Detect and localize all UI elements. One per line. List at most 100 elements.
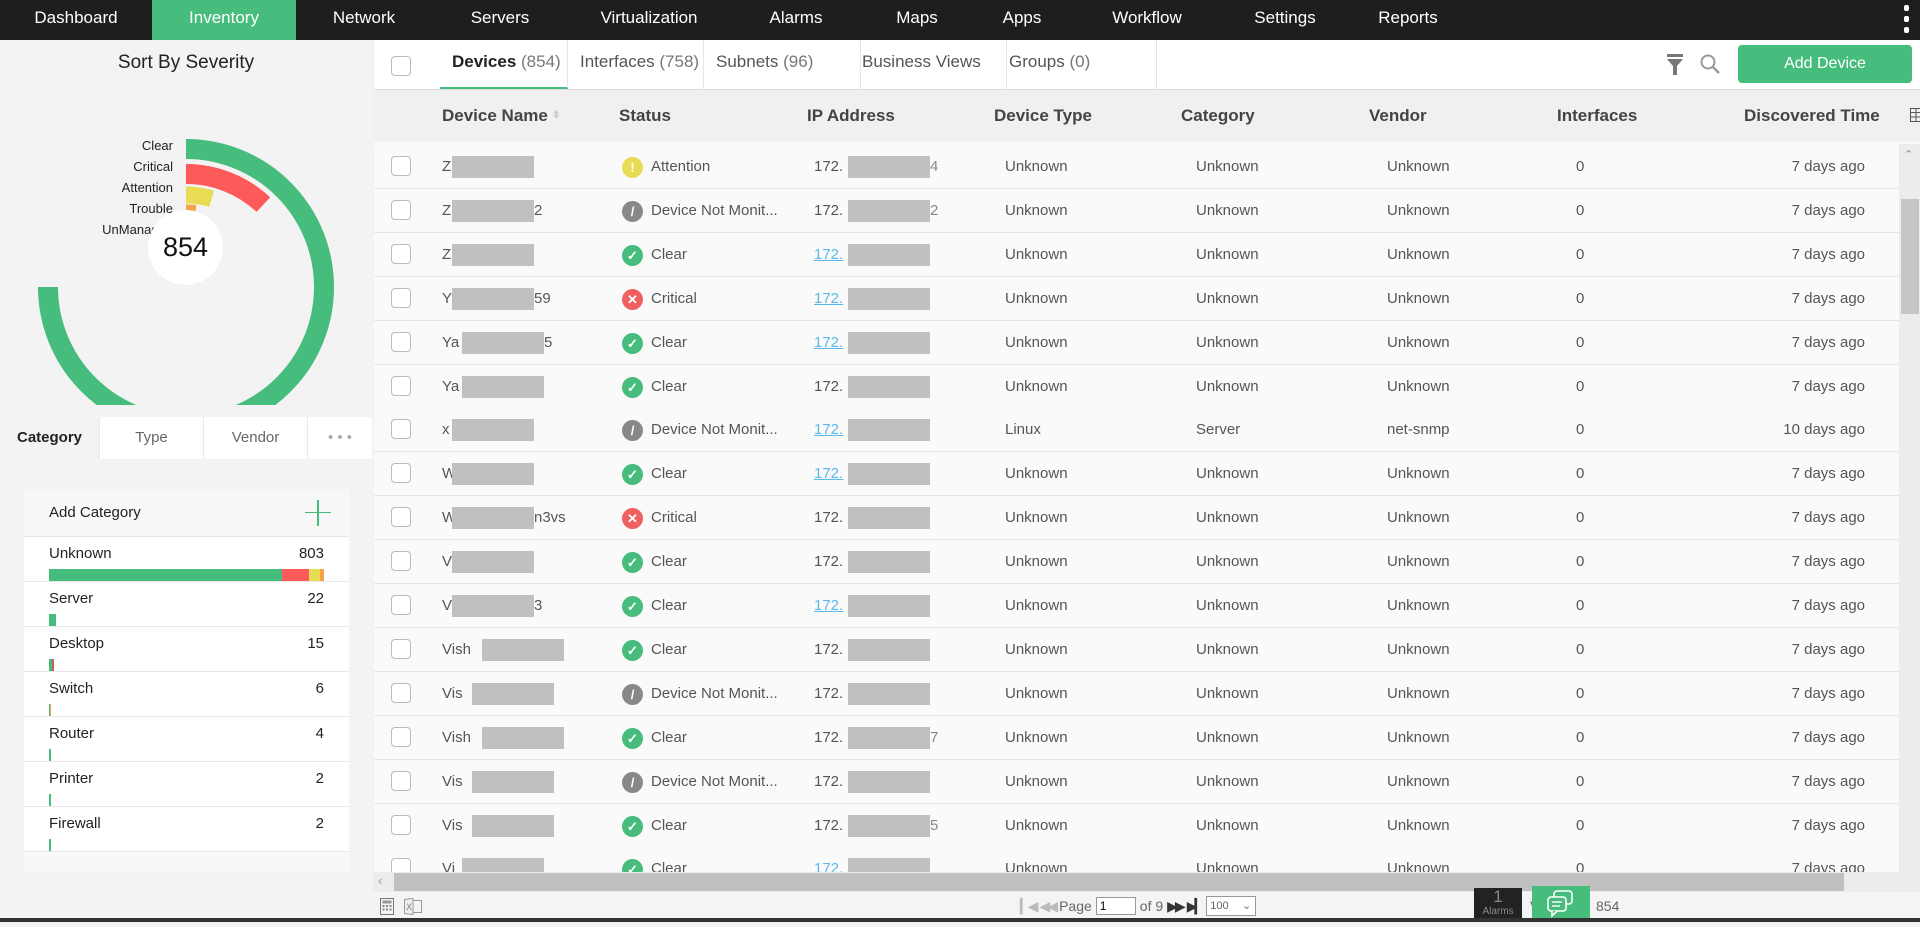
add-category-button[interactable]: Add Category — [24, 489, 349, 537]
search-icon[interactable] — [1699, 53, 1721, 75]
row-checkbox[interactable] — [391, 595, 411, 615]
row-checkbox[interactable] — [391, 507, 411, 527]
device-name[interactable]: Vis — [442, 672, 463, 716]
excel-export-icon[interactable]: X — [404, 898, 422, 915]
row-checkbox[interactable] — [391, 683, 411, 703]
severity-label-attention[interactable]: Attention — [122, 180, 173, 195]
table-row[interactable]: x / Device Not Monit... 172. Linux Serve… — [374, 408, 1899, 452]
more-tabs-button[interactable]: • • • — [308, 417, 372, 459]
table-row[interactable]: Vis / Device Not Monit... 172. Unknown U… — [374, 760, 1899, 804]
table-row[interactable]: V 3 ✓ Clear 172. Unknown Unknown Unknown… — [374, 584, 1899, 628]
add-device-button[interactable]: Add Device — [1738, 45, 1912, 83]
row-checkbox[interactable] — [391, 771, 411, 791]
tab-subnets[interactable]: Subnets (96) — [704, 40, 861, 89]
category-item-router[interactable]: Router4 — [24, 717, 349, 762]
column-header-status[interactable]: Status — [619, 90, 671, 142]
nav-workflow[interactable]: Workflow — [1072, 0, 1222, 40]
column-header-discovered-time[interactable]: Discovered Time — [1744, 90, 1880, 142]
column-header-interfaces[interactable]: Interfaces — [1557, 90, 1637, 142]
column-header-category[interactable]: Category — [1181, 90, 1255, 142]
device-name[interactable]: Z — [442, 233, 451, 277]
row-checkbox[interactable] — [391, 815, 411, 835]
tab-groups[interactable]: Groups (0) — [997, 40, 1157, 89]
table-row[interactable]: W ✓ Clear 172. Unknown Unknown Unknown 0… — [374, 452, 1899, 496]
severity-arc-attention[interactable] — [186, 195, 212, 199]
ip-address[interactable]: 172. — [814, 233, 843, 277]
device-name[interactable]: V — [442, 540, 452, 584]
row-checkbox[interactable] — [391, 244, 411, 264]
device-name[interactable]: Vish — [442, 628, 471, 672]
vertical-dots-icon[interactable] — [1904, 5, 1910, 33]
category-item-server[interactable]: Server22 — [24, 582, 349, 627]
ip-address[interactable]: 172. — [814, 584, 843, 628]
plus-icon[interactable] — [305, 500, 331, 526]
nav-virtualization[interactable]: Virtualization — [568, 0, 730, 40]
device-name[interactable]: x — [442, 408, 450, 452]
page-number-input[interactable] — [1096, 897, 1136, 915]
rows-per-page-select[interactable]: 100 ⌄ — [1206, 896, 1256, 916]
table-row[interactable]: Y 59 ✕ Critical 172. Unknown Unknown Unk… — [374, 277, 1899, 321]
category-item-switch[interactable]: Switch6 — [24, 672, 349, 717]
device-name[interactable]: Vis — [442, 804, 463, 848]
table-row[interactable]: Vis ✓ Clear 172. 5 Unknown Unknown Unkno… — [374, 804, 1899, 848]
row-checkbox[interactable] — [391, 727, 411, 747]
first-page-icon[interactable]: ▎◀ — [1020, 898, 1036, 915]
sort-icon[interactable]: ⬍ — [552, 90, 560, 142]
horizontal-scroll-thumb[interactable] — [394, 873, 1844, 891]
nav-dashboard[interactable]: Dashboard — [0, 0, 152, 40]
table-row[interactable]: Vish ✓ Clear 172. Unknown Unknown Unknow… — [374, 628, 1899, 672]
category-item-unknown[interactable]: Unknown803 — [24, 537, 349, 582]
table-row[interactable]: Z ✓ Clear 172. Unknown Unknown Unknown 0… — [374, 233, 1899, 277]
device-name[interactable]: Z — [442, 189, 451, 233]
device-name[interactable]: Vis — [442, 760, 463, 804]
tab-category[interactable]: Category — [0, 417, 100, 459]
tab-interfaces[interactable]: Interfaces (758) — [568, 40, 704, 89]
filter-icon[interactable] — [1666, 53, 1684, 77]
table-row[interactable]: Z 2 / Device Not Monit... 172. 2 Unknown… — [374, 189, 1899, 233]
device-name[interactable]: Y — [442, 277, 452, 321]
table-row[interactable]: V ✓ Clear 172. Unknown Unknown Unknown 0… — [374, 540, 1899, 584]
chat-button[interactable] — [1532, 886, 1590, 922]
alarms-badge[interactable]: 1 Alarms — [1474, 888, 1522, 922]
ip-address[interactable]: 172. — [814, 452, 843, 496]
row-checkbox[interactable] — [391, 156, 411, 176]
table-row[interactable]: Vish ✓ Clear 172. 7 Unknown Unknown Unkn… — [374, 716, 1899, 760]
last-page-icon[interactable]: ▶▎ — [1187, 898, 1203, 915]
row-checkbox[interactable] — [391, 419, 411, 439]
severity-label-clear[interactable]: Clear — [142, 138, 173, 153]
column-chooser-icon[interactable] — [1910, 108, 1920, 122]
table-row[interactable]: Ya 5 ✓ Clear 172. Unknown Unknown Unknow… — [374, 321, 1899, 365]
device-name[interactable]: Z — [442, 145, 451, 189]
column-header-ip-address[interactable]: IP Address — [807, 90, 895, 142]
row-checkbox[interactable] — [391, 332, 411, 352]
category-item-desktop[interactable]: Desktop15 — [24, 627, 349, 672]
ip-address[interactable]: 172. — [814, 408, 843, 452]
row-checkbox[interactable] — [391, 288, 411, 308]
nav-network[interactable]: Network — [296, 0, 432, 40]
tab-devices[interactable]: Devices (854) — [440, 40, 568, 89]
nav-servers[interactable]: Servers — [432, 0, 568, 40]
row-checkbox[interactable] — [391, 376, 411, 396]
vertical-scrollbar[interactable]: ⌃ ⌄ — [1899, 144, 1920, 912]
previous-page-icon[interactable]: ◀◀ — [1040, 898, 1056, 915]
ip-address[interactable]: 172. — [814, 277, 843, 321]
column-header-device-type[interactable]: Device Type — [994, 90, 1092, 142]
row-checkbox[interactable] — [391, 463, 411, 483]
column-header-device-name[interactable]: Device Name — [442, 90, 548, 142]
scroll-up-icon[interactable]: ⌃ — [1904, 148, 1913, 161]
total-devices-count[interactable]: 854 — [148, 210, 223, 285]
vertical-scroll-thumb[interactable] — [1901, 199, 1919, 314]
device-name[interactable]: Ya — [442, 365, 459, 409]
device-name[interactable]: V — [442, 584, 452, 628]
row-checkbox[interactable] — [391, 639, 411, 659]
category-item-printer[interactable]: Printer2 — [24, 762, 349, 807]
device-name[interactable]: Ya — [442, 321, 459, 365]
nav-maps[interactable]: Maps — [862, 0, 972, 40]
nav-reports[interactable]: Reports — [1348, 0, 1468, 40]
calculator-icon[interactable] — [380, 898, 394, 915]
tab-type[interactable]: Type — [100, 417, 204, 459]
select-all-checkbox[interactable] — [391, 56, 411, 76]
next-page-icon[interactable]: ▶▶ — [1167, 898, 1183, 915]
nav-inventory[interactable]: Inventory — [152, 0, 296, 40]
row-checkbox[interactable] — [391, 551, 411, 571]
